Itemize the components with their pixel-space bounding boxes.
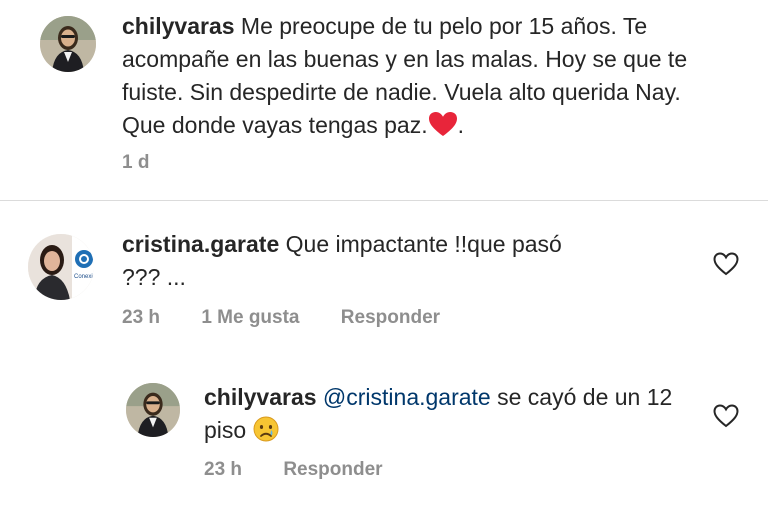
comments-panel: chilyvaras Me preocupe de tu pelo por 15…	[0, 0, 768, 511]
comment-2-time[interactable]: 23 h	[122, 307, 160, 329]
comment-2: Conexi cristina.garate Que impactante !!…	[0, 201, 768, 361]
comment-2-meta: 23 h 1 Me gusta Responder	[122, 307, 440, 329]
comment-3-username[interactable]: chilyvaras	[204, 384, 317, 410]
avatar-photo	[40, 16, 96, 72]
comment-1-username[interactable]: chilyvaras	[122, 13, 235, 39]
comment-3-body: chilyvaras @cristina.garate se cayó de u…	[204, 381, 674, 451]
comment-2-likes[interactable]: 1 Me gusta	[201, 307, 299, 329]
comment-3-mention[interactable]: @cristina.garate	[323, 384, 491, 410]
like-heart-icon[interactable]	[713, 252, 739, 276]
crying-face-emoji-icon	[253, 416, 279, 451]
comment-1-meta: 1 d	[122, 152, 149, 174]
comment-3-meta: 23 h Responder	[204, 459, 383, 481]
red-heart-emoji-icon	[428, 111, 458, 146]
comment-3-reply: chilyvaras @cristina.garate se cayó de u…	[0, 361, 768, 511]
comment-2-reply-button[interactable]: Responder	[341, 307, 440, 329]
comment-2-username[interactable]: cristina.garate	[122, 231, 279, 257]
comment-3-time[interactable]: 23 h	[204, 459, 242, 481]
comment-3-reply-button[interactable]: Responder	[283, 459, 382, 481]
comment-1: chilyvaras Me preocupe de tu pelo por 15…	[0, 0, 768, 200]
avatar-chilyvaras[interactable]	[126, 383, 180, 437]
avatar-badge-text: Conexi	[74, 274, 93, 280]
comment-1-time[interactable]: 1 d	[122, 152, 149, 174]
comment-2-body: cristina.garate Que impactante !!que pas…	[122, 228, 582, 294]
comment-1-body: chilyvaras Me preocupe de tu pelo por 15…	[122, 10, 722, 146]
like-heart-icon[interactable]	[713, 404, 739, 428]
avatar-chilyvaras[interactable]	[40, 16, 96, 72]
avatar-photo: Conexi	[28, 234, 94, 300]
comment-1-text-end: .	[457, 112, 464, 138]
avatar-photo	[126, 383, 180, 437]
avatar-cristina-garate[interactable]: Conexi	[28, 234, 94, 300]
